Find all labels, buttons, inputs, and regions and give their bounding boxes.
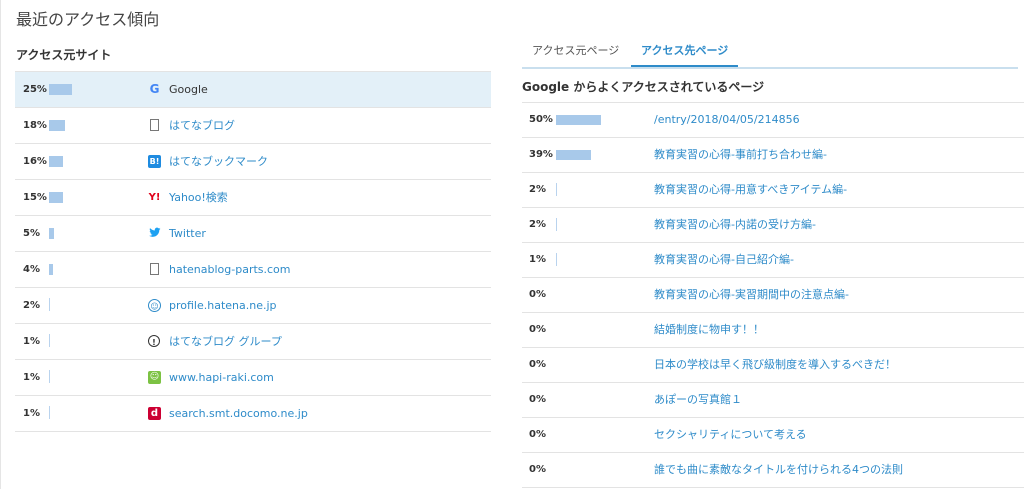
source-bar (49, 156, 63, 167)
page-percent: 1% (529, 254, 546, 265)
source-row-google[interactable]: 25% G Google (15, 71, 491, 108)
page-row: 39% 教育実習の心得-事前打ち合わせ編- (522, 138, 1024, 173)
group-icon: ! (148, 335, 160, 347)
page-link[interactable]: 教育実習の心得-実習期間中の注意点編- (654, 278, 849, 312)
page-row: 0% あぽーの写真館１ (522, 383, 1024, 418)
page-percent: 0% (529, 394, 546, 405)
source-percent: 15% (23, 192, 47, 203)
source-label: はてなブログ グループ (169, 335, 282, 348)
source-label: Twitter (169, 227, 206, 240)
twitter-icon (148, 227, 161, 240)
page-percent: 39% (529, 149, 553, 160)
page-row: 2% 教育実習の心得-用意すべきアイテム編- (522, 173, 1024, 208)
page-percent: 2% (529, 219, 546, 230)
page-bar (556, 253, 557, 266)
page-percent: 0% (529, 464, 546, 475)
destination-page-list: 50% /entry/2018/04/05/214856 39% 教育実習の心得… (522, 102, 1024, 488)
source-row-profile-hatena[interactable]: 2% ☺ profile.hatena.ne.jp (15, 288, 491, 324)
source-label: Google (169, 83, 208, 96)
page-row: 2% 教育実習の心得-内諾の受け方編- (522, 208, 1024, 243)
source-row-yahoo[interactable]: 15% Y! Yahoo!検索 (15, 180, 491, 216)
page-percent: 0% (529, 429, 546, 440)
source-row-hatenablog[interactable]: 18% はてなブログ (15, 108, 491, 144)
tab-destination-pages[interactable]: アクセス先ページ (631, 40, 739, 67)
page-row: 50% /entry/2018/04/05/214856 (522, 102, 1024, 138)
page-row: 0% 日本の学校は早く飛び級制度を導入するべきだ！ (522, 348, 1024, 383)
page-percent: 0% (529, 324, 546, 335)
source-percent: 1% (23, 336, 40, 347)
source-percent: 18% (23, 120, 47, 131)
source-row-twitter[interactable]: 5% Twitter (15, 216, 491, 252)
source-label: profile.hatena.ne.jp (169, 299, 277, 312)
page-tabs: アクセス元ページ アクセス先ページ (522, 40, 1018, 69)
source-label: はてなブックマーク (169, 155, 268, 168)
source-label: www.hapi-raki.com (169, 371, 274, 384)
source-bar (49, 228, 54, 239)
source-percent: 16% (23, 156, 47, 167)
document-icon (150, 119, 159, 131)
source-percent: 5% (23, 228, 40, 239)
hatena-bookmark-icon: B! (148, 155, 161, 168)
page-link[interactable]: 結婚制度に物申す！！ (654, 313, 764, 347)
source-label: search.smt.docomo.ne.jp (169, 407, 308, 420)
source-percent: 4% (23, 264, 40, 275)
source-row-hapi-raki[interactable]: 1% ☺ www.hapi-raki.com (15, 360, 491, 396)
page-row: 0% 誰でも曲に素敵なタイトルを付けられる4つの法則 (522, 453, 1024, 488)
profile-icon: ☺ (148, 299, 161, 312)
page-row: 0% 教育実習の心得-実習期間中の注意点編- (522, 278, 1024, 313)
page-link[interactable]: セクシャリティについて考える (654, 418, 807, 452)
source-row-blog-group[interactable]: 1% ! はてなブログ グループ (15, 324, 491, 360)
source-row-hatenablog-parts[interactable]: 4% hatenablog-parts.com (15, 252, 491, 288)
page-link[interactable]: 教育実習の心得-用意すべきアイテム編- (654, 173, 847, 207)
source-bar (49, 298, 50, 311)
page-percent: 50% (529, 114, 553, 125)
yahoo-icon: Y! (148, 192, 161, 203)
source-percent: 2% (23, 300, 40, 311)
source-bar (49, 334, 50, 347)
document-icon (150, 263, 159, 275)
source-row-docomo[interactable]: 1% d search.smt.docomo.ne.jp (15, 396, 491, 432)
page-link[interactable]: 誰でも曲に素敵なタイトルを付けられる4つの法則 (654, 453, 903, 487)
page-percent: 2% (529, 184, 546, 195)
page-link[interactable]: 教育実習の心得-自己紹介編- (654, 243, 794, 277)
source-site-list: 25% G Google 18% はてなブログ 16% B! はてなブックマーク… (15, 71, 491, 432)
source-label: Yahoo!検索 (169, 191, 228, 204)
page-bar (556, 183, 557, 196)
page-bar (556, 115, 601, 125)
source-bar (49, 192, 63, 203)
page-title: 最近のアクセス傾向 (16, 10, 160, 29)
source-bar (49, 264, 53, 275)
page-link[interactable]: /entry/2018/04/05/214856 (654, 103, 800, 137)
source-label: はてなブログ (169, 119, 235, 132)
google-icon: G (149, 82, 160, 96)
source-bar (49, 84, 72, 95)
sources-section-title: アクセス元サイト (16, 48, 112, 62)
page-link[interactable]: 日本の学校は早く飛び級制度を導入するべきだ！ (654, 348, 896, 382)
page-row: 1% 教育実習の心得-自己紹介編- (522, 243, 1024, 278)
source-row-hatena-bookmark[interactable]: 16% B! はてなブックマーク (15, 144, 491, 180)
page-bar (556, 218, 557, 231)
left-border (0, 0, 1, 489)
source-bar (49, 120, 65, 131)
page-link[interactable]: 教育実習の心得-内諾の受け方編- (654, 208, 816, 242)
pages-section-title: Google からよくアクセスされているページ (522, 80, 765, 94)
source-percent: 1% (23, 372, 40, 383)
source-label: hatenablog-parts.com (169, 263, 291, 276)
source-percent: 25% (23, 84, 47, 95)
tab-source-pages[interactable]: アクセス元ページ (522, 40, 629, 65)
docomo-icon: d (148, 407, 161, 420)
page-bar (556, 150, 591, 160)
source-bar (49, 406, 50, 419)
source-percent: 1% (23, 408, 40, 419)
page-row: 0% 結婚制度に物申す！！ (522, 313, 1024, 348)
hapi-raki-icon: ☺ (148, 371, 161, 384)
page-row: 0% セクシャリティについて考える (522, 418, 1024, 453)
page-link[interactable]: あぽーの写真館１ (654, 383, 742, 417)
page-percent: 0% (529, 359, 546, 370)
source-bar (49, 370, 50, 383)
page-link[interactable]: 教育実習の心得-事前打ち合わせ編- (654, 138, 827, 172)
page-percent: 0% (529, 289, 546, 300)
